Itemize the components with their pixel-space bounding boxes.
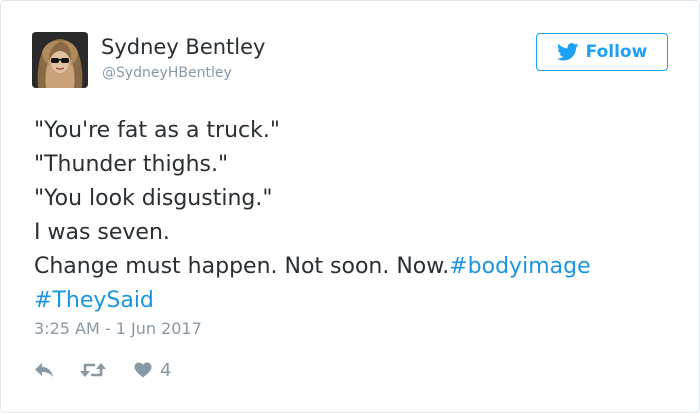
reply-icon [34, 362, 54, 378]
tweet-line: Change must happen. Not soon. Now.#bodyi… [34, 250, 674, 284]
tweet-line: "You're fat as a truck." [34, 118, 280, 143]
like-button[interactable]: 4 [134, 360, 171, 381]
follow-button[interactable]: Follow [536, 33, 668, 71]
hashtag-theysaid[interactable]: #TheySaid [34, 288, 154, 313]
tweet-actions: 4 [34, 358, 171, 382]
follow-label: Follow [585, 42, 648, 62]
retweet-icon [80, 361, 106, 379]
retweet-button[interactable] [80, 361, 106, 379]
like-count: 4 [160, 359, 172, 381]
tweet-timestamp[interactable]: 3:25 AM - 1 Jun 2017 [34, 319, 202, 338]
tweet-line: #TheySaid [34, 284, 674, 318]
heart-icon [134, 362, 152, 378]
tweet-line-text: Change must happen. Not soon. Now. [34, 254, 450, 279]
tweet-line: "You look disgusting." [34, 186, 273, 211]
hashtag-bodyimage[interactable]: #bodyimage [449, 254, 590, 279]
reply-button[interactable] [34, 362, 54, 378]
author-handle[interactable]: @SydneyHBentley [102, 65, 232, 81]
author-name[interactable]: Sydney Bentley [101, 35, 265, 59]
tweet-line: I was seven. [34, 220, 170, 245]
tweet-text: "You're fat as a truck." "Thunder thighs… [34, 114, 674, 318]
tweet-line: "Thunder thighs." [34, 152, 229, 177]
twitter-bird-icon [556, 43, 579, 61]
tweet-card: Sydney Bentley @SydneyHBentley Follow "Y… [0, 0, 700, 413]
avatar[interactable] [32, 32, 88, 88]
